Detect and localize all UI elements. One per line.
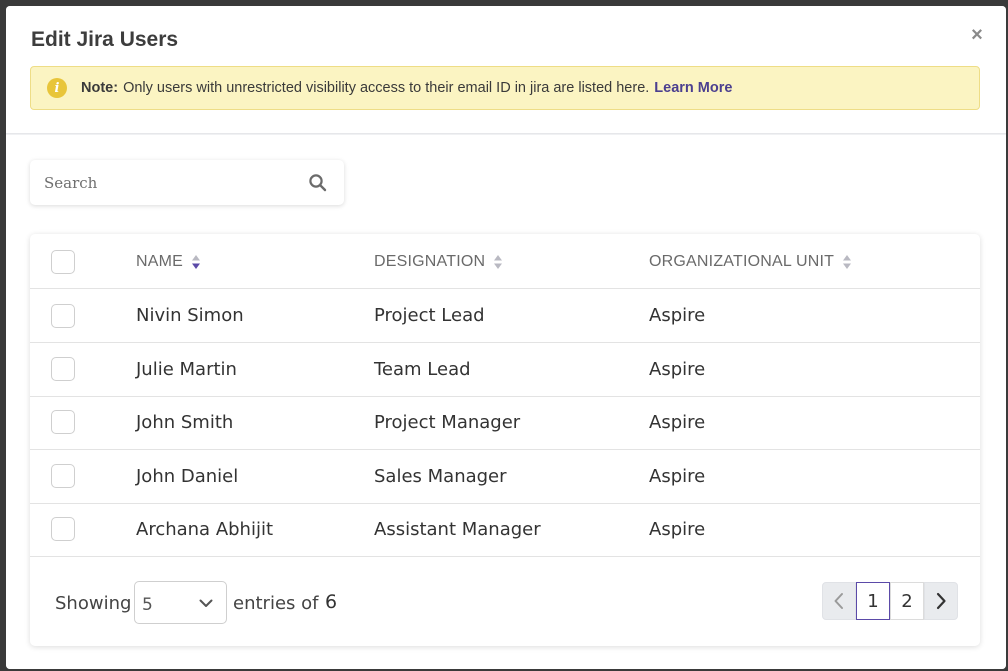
row-checkbox[interactable] xyxy=(51,410,75,434)
previous-page-button[interactable] xyxy=(822,582,856,620)
table-row: John Smith Project Manager Aspire xyxy=(30,396,980,450)
sort-icon xyxy=(494,255,503,269)
chevron-right-icon xyxy=(936,592,946,610)
cell-name: Julie Martin xyxy=(136,359,237,380)
row-checkbox[interactable] xyxy=(51,357,75,381)
close-icon[interactable]: × xyxy=(966,24,988,46)
showing-label: Showing xyxy=(55,593,132,614)
row-checkbox[interactable] xyxy=(51,464,75,488)
table-footer: Showing 5 entries of 6 1 2 xyxy=(30,556,980,646)
search-box xyxy=(30,160,344,205)
cell-organizational-unit: Aspire xyxy=(649,412,706,433)
modal-body: NAME DESIGNATION ORGANIZATIONAL UNIT xyxy=(6,135,1006,669)
row-checkbox[interactable] xyxy=(51,517,75,541)
cell-designation: Assistant Manager xyxy=(374,519,541,540)
sort-icon xyxy=(843,255,852,269)
cell-organizational-unit: Aspire xyxy=(649,305,706,326)
info-icon: i xyxy=(47,78,67,98)
cell-name: Archana Abhijit xyxy=(136,519,274,540)
page-size-select[interactable]: 5 xyxy=(134,581,227,624)
row-checkbox[interactable] xyxy=(51,304,75,328)
note-text: Only users with unrestricted visibility … xyxy=(123,80,650,96)
modal-title: Edit Jira Users xyxy=(31,28,179,51)
search-input[interactable] xyxy=(44,173,308,192)
cell-designation: Team Lead xyxy=(374,359,471,380)
column-header-name[interactable]: NAME xyxy=(136,253,201,271)
chevron-left-icon xyxy=(834,593,843,609)
pagination: 1 2 xyxy=(822,582,958,620)
cell-organizational-unit: Aspire xyxy=(649,359,706,380)
note-label: Note: xyxy=(81,80,119,96)
cell-name: Nivin Simon xyxy=(136,305,244,326)
cell-organizational-unit: Aspire xyxy=(649,519,706,540)
sort-icon xyxy=(192,255,201,269)
total-count: 6 xyxy=(325,591,338,613)
cell-designation: Project Lead xyxy=(374,305,485,326)
cell-name: John Smith xyxy=(136,412,234,433)
table-row: Julie Martin Team Lead Aspire xyxy=(30,343,980,397)
cell-name: John Daniel xyxy=(136,466,239,487)
page-2-button[interactable]: 2 xyxy=(890,582,924,620)
learn-more-link[interactable]: Learn More xyxy=(654,80,732,96)
page-size-value: 5 xyxy=(142,594,153,615)
cell-designation: Sales Manager xyxy=(374,466,507,487)
entries-label: entries of xyxy=(233,593,319,614)
note-banner: i Note: Only users with unrestricted vis… xyxy=(30,66,980,110)
next-page-button[interactable] xyxy=(924,582,958,620)
chevron-down-icon xyxy=(199,599,213,607)
users-table: NAME DESIGNATION ORGANIZATIONAL UNIT Niv… xyxy=(30,234,980,646)
modal-header: Edit Jira Users × i Note: Only users wit… xyxy=(6,6,1006,134)
table-row: Archana Abhijit Assistant Manager Aspire xyxy=(30,503,980,557)
edit-jira-users-modal: Edit Jira Users × i Note: Only users wit… xyxy=(6,6,1006,669)
table-row: Nivin Simon Project Lead Aspire xyxy=(30,289,980,343)
page-1-button[interactable]: 1 xyxy=(856,582,890,620)
table-row: John Daniel Sales Manager Aspire xyxy=(30,450,980,504)
cell-designation: Project Manager xyxy=(374,412,521,433)
column-header-designation[interactable]: DESIGNATION xyxy=(374,253,503,271)
cell-organizational-unit: Aspire xyxy=(649,466,706,487)
select-all-checkbox[interactable] xyxy=(51,250,75,274)
column-header-organizational-unit[interactable]: ORGANIZATIONAL UNIT xyxy=(649,253,852,271)
table-header: NAME DESIGNATION ORGANIZATIONAL UNIT xyxy=(30,234,980,289)
search-icon[interactable] xyxy=(308,173,328,193)
